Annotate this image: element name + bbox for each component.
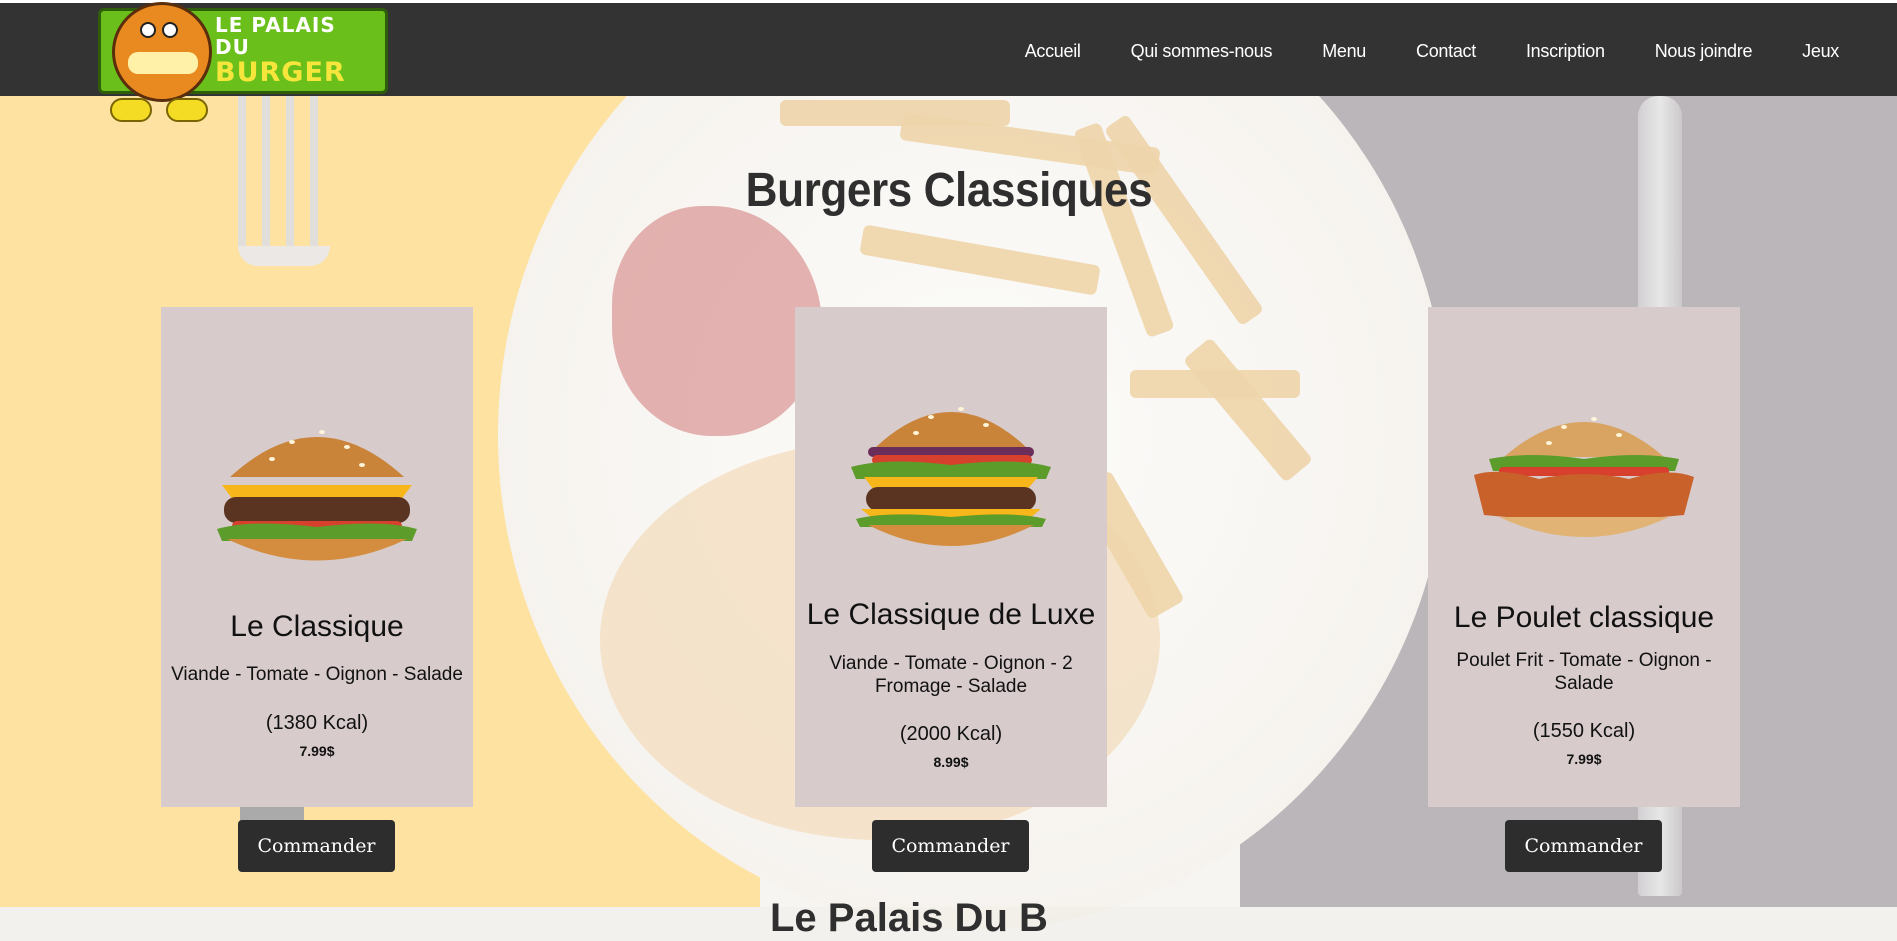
commander-button[interactable]: Commander (238, 820, 395, 872)
nav-item-inscription[interactable]: Inscription (1526, 41, 1605, 62)
product-name: Le Classique de Luxe (806, 598, 1096, 631)
page-title: Burgers Classiques (0, 163, 1897, 218)
main-nav: Accueil Qui sommes-nous Menu Contact Ins… (975, 41, 1840, 62)
mascot-foot-icon (166, 98, 208, 122)
next-section-heading: Le Palais Du B (770, 896, 1048, 940)
nav-item-jeux[interactable]: Jeux (1802, 41, 1839, 62)
mascot-foot-icon (110, 98, 152, 122)
product-price: 8.99$ (933, 754, 969, 770)
product-card: Le Classique Viande - Tomate - Oignon - … (161, 307, 473, 807)
logo-text: LE PALAIS DU BURGER (215, 14, 346, 88)
burger-poulet-image (1474, 417, 1694, 537)
product-kcal: (2000 Kcal) (899, 723, 1003, 745)
commander-button[interactable]: Commander (872, 820, 1029, 872)
product-ingredients: Viande - Tomate - Oignon - Salade (171, 664, 463, 685)
product-kcal: (1380 Kcal) (265, 712, 369, 734)
product-name: Le Classique (230, 610, 404, 643)
logo-line-2: DU (215, 35, 250, 59)
product-card: Le Poulet classique Poulet Frit - Tomate… (1428, 307, 1740, 807)
product-card: Le Classique de Luxe Viande - Tomate - O… (795, 307, 1107, 807)
product-price: 7.99$ (1566, 751, 1602, 767)
logo-line-3: BURGER (215, 57, 346, 88)
product-name: Le Poulet classique (1453, 601, 1715, 634)
product-ingredients: Poulet Frit - Tomate - Oignon - Salade (1456, 650, 1712, 694)
mascot-eye-icon (162, 22, 178, 38)
nav-item-menu[interactable]: Menu (1322, 41, 1366, 62)
product-ingredients: Viande - Tomate - Oignon - 2 Fromage - S… (829, 653, 1073, 697)
burger-luxe-image (851, 407, 1051, 546)
mascot-cheese (128, 52, 198, 74)
nav-item-contact[interactable]: Contact (1416, 41, 1476, 62)
mascot-eye-icon (140, 22, 156, 38)
nav-item-accueil[interactable]: Accueil (1025, 41, 1081, 62)
nav-item-nous-joindre[interactable]: Nous joindre (1655, 41, 1753, 62)
commander-button[interactable]: Commander (1505, 820, 1662, 872)
page-title-text: Burgers Classiques (745, 164, 1152, 217)
nav-item-qui-sommes-nous[interactable]: Qui sommes-nous (1131, 41, 1273, 62)
burger-classique-image (217, 430, 417, 561)
logo-line-1: LE PALAIS (215, 13, 336, 37)
product-kcal: (1550 Kcal) (1532, 720, 1636, 742)
product-price: 7.99$ (299, 743, 335, 759)
